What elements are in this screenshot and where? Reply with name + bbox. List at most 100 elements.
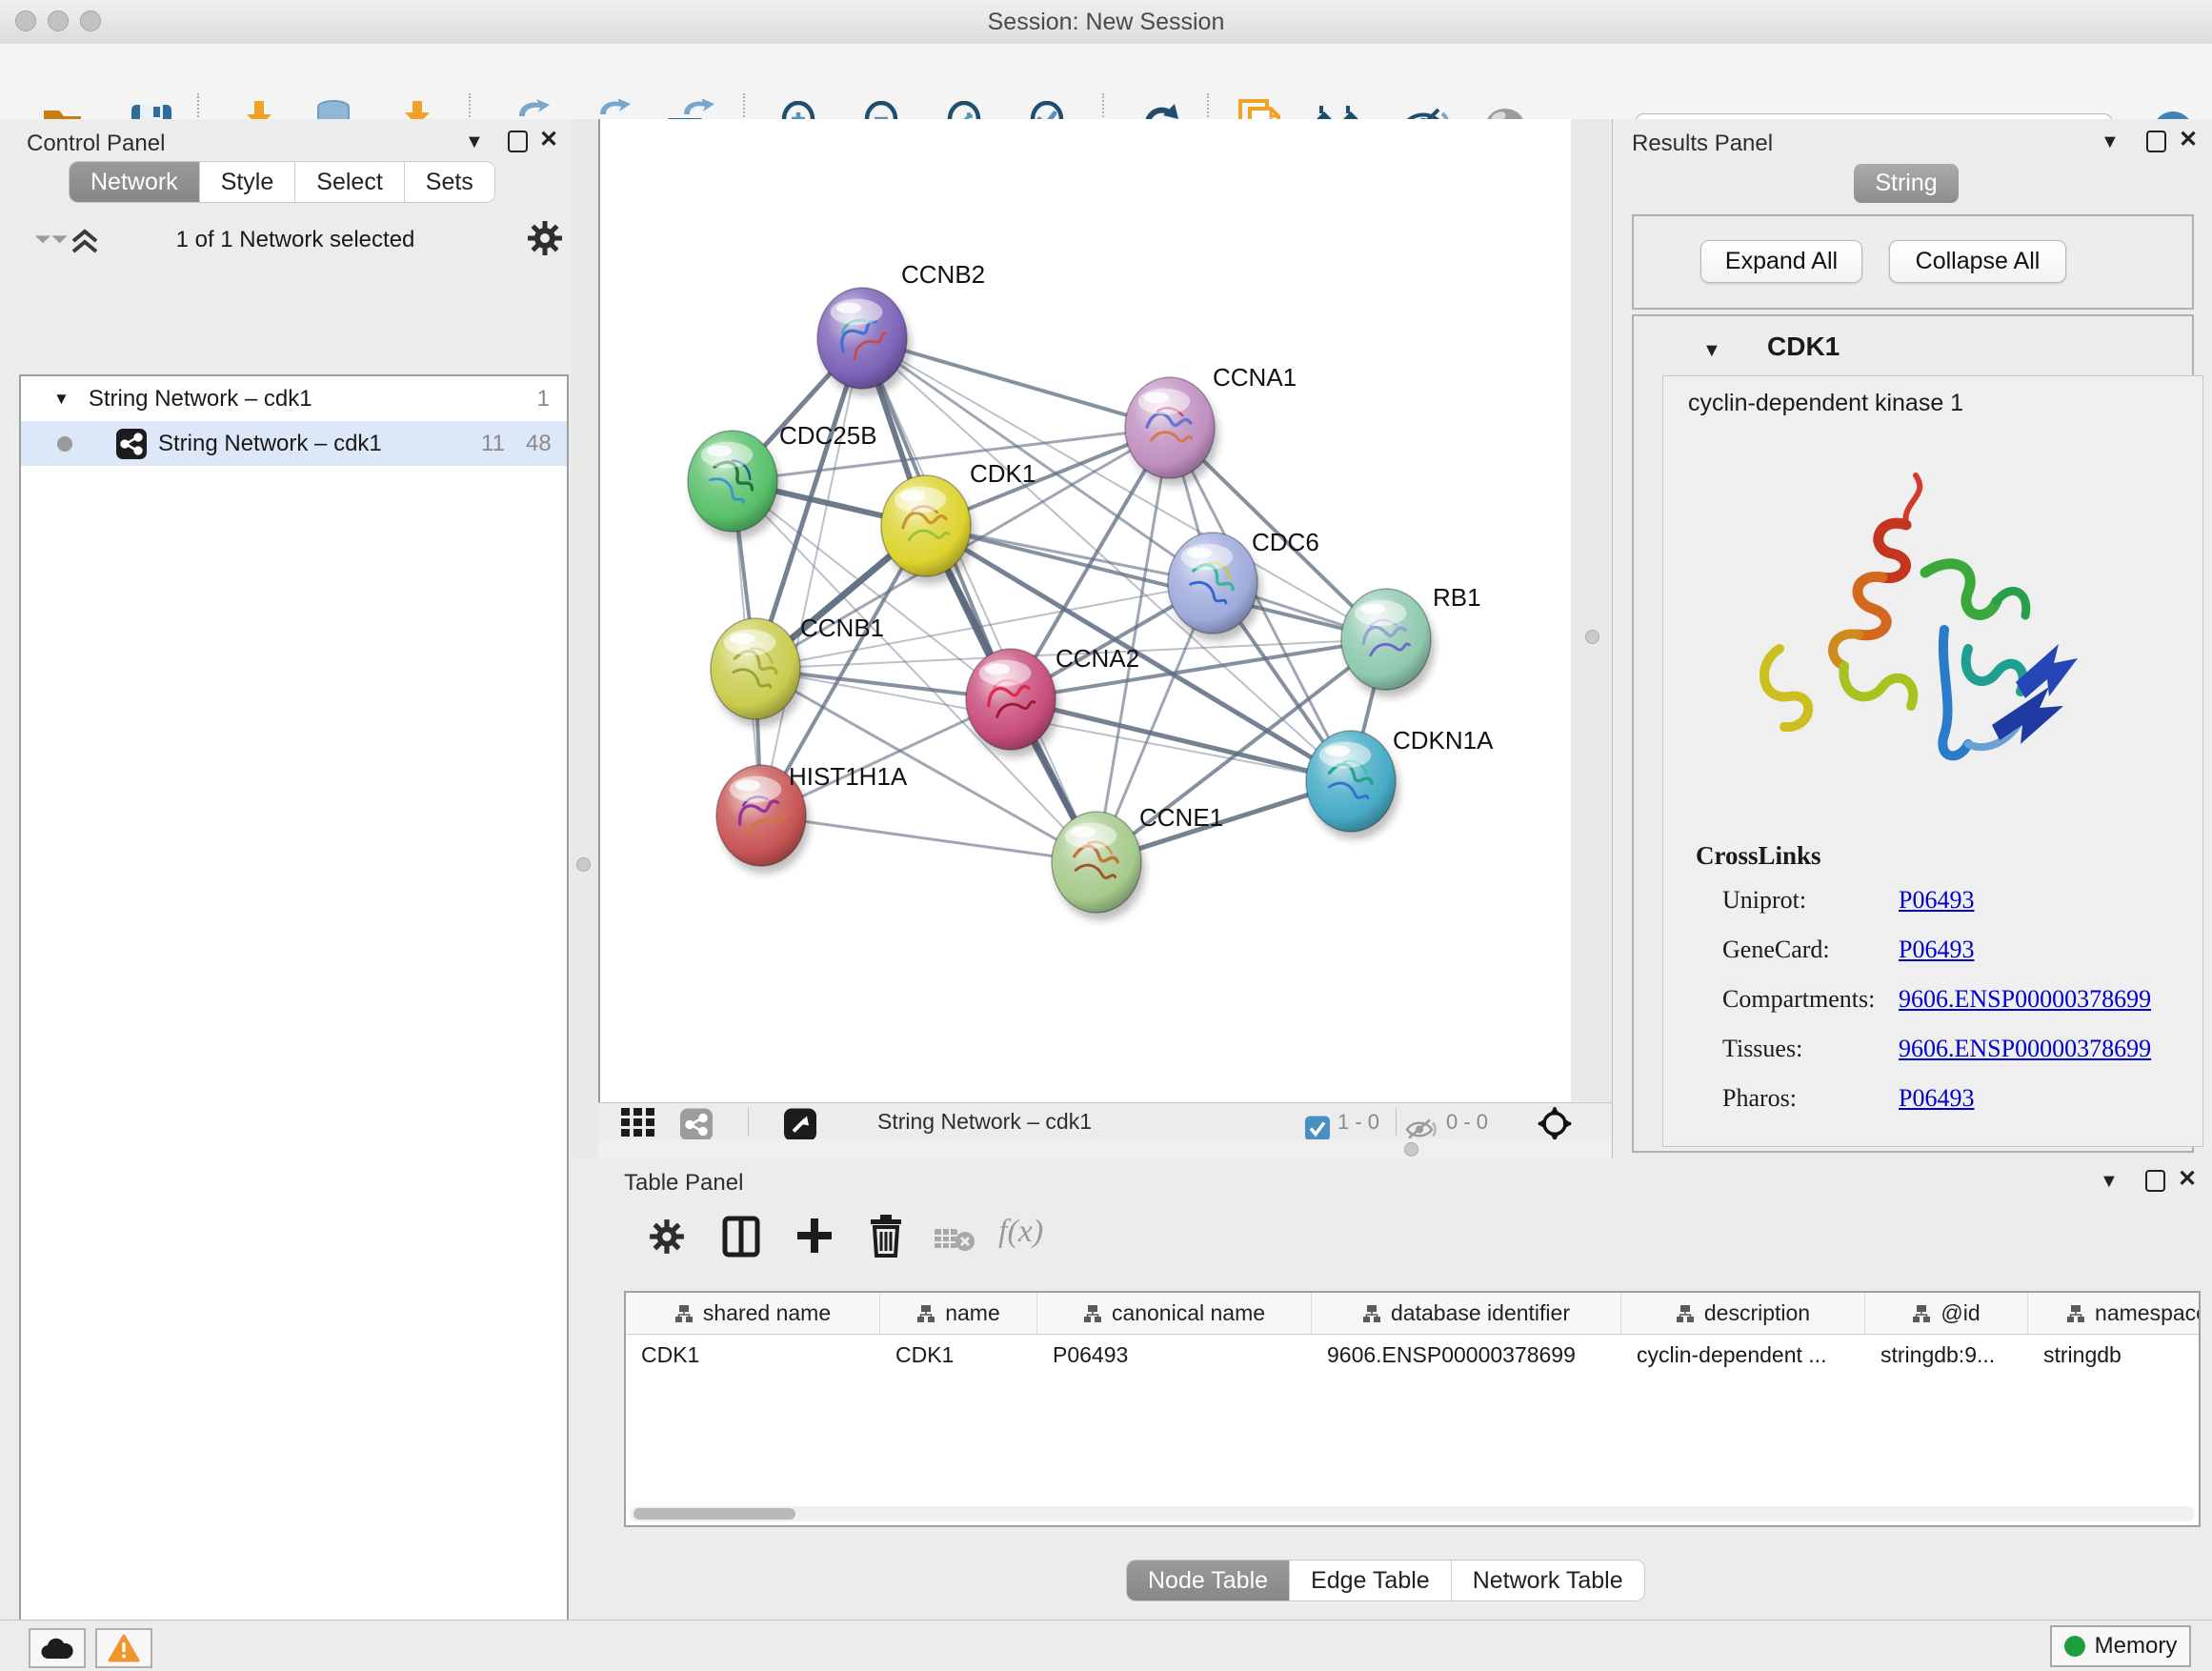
network-node[interactable] — [1341, 589, 1435, 697]
table-row[interactable]: CDK1CDK1P064939606.ENSP00000378699cyclin… — [626, 1335, 2199, 1375]
panel-splitter-right[interactable] — [1571, 119, 1612, 1158]
panel-menu-icon[interactable]: ▼ — [2101, 129, 2120, 155]
warning-triangle-icon — [108, 1634, 140, 1662]
column-header--id[interactable]: @id — [1865, 1293, 2028, 1334]
column-header-label: name — [945, 1300, 1000, 1326]
memory-status-button[interactable]: Memory — [2050, 1625, 2191, 1667]
show-columns-icon[interactable] — [722, 1216, 760, 1258]
crosslink-value-link[interactable]: 9606.ENSP00000378699 — [1899, 1035, 2151, 1062]
table-cell: CDK1 — [626, 1342, 880, 1368]
horizontal-scrollbar[interactable] — [630, 1506, 2195, 1521]
tab-network-table[interactable]: Network Table — [1452, 1560, 1644, 1601]
network-collection-row[interactable]: ▼ String Network – cdk1 1 — [21, 376, 567, 421]
collapse-all-button[interactable]: Collapse All — [1889, 240, 2066, 283]
birds-eye-view-icon[interactable] — [784, 1106, 816, 1143]
network-node[interactable] — [1125, 377, 1218, 486]
create-column-plus-icon[interactable] — [794, 1216, 835, 1256]
network-node[interactable] — [711, 618, 804, 727]
network-options-gear-icon[interactable] — [527, 220, 563, 256]
float-panel-icon[interactable] — [2146, 131, 2166, 152]
column-tree-icon — [1676, 1304, 1695, 1323]
node-table[interactable]: shared name name canonical name database id… — [624, 1291, 2201, 1527]
divider — [748, 1108, 749, 1136]
warnings-button[interactable] — [95, 1628, 152, 1668]
tab-sets[interactable]: Sets — [405, 162, 494, 202]
table-cell: 9606.ENSP00000378699 — [1312, 1342, 1621, 1368]
collection-expander-icon[interactable]: ▼ — [53, 390, 70, 409]
table-panel-title: Table Panel — [624, 1170, 743, 1197]
memory-status-dot-icon — [2064, 1636, 2085, 1657]
network-list: ▼ String Network – cdk1 1 String Network… — [19, 374, 569, 1671]
tab-network[interactable]: Network — [70, 162, 200, 202]
crosslink-label: Compartments: — [1722, 985, 1899, 1014]
table-cell: P06493 — [1037, 1342, 1312, 1368]
status-bar: Memory — [0, 1620, 2212, 1671]
crosslink-label: Pharos: — [1722, 1084, 1899, 1113]
tab-node-table[interactable]: Node Table — [1127, 1560, 1290, 1601]
table-body: CDK1CDK1P064939606.ENSP00000378699cyclin… — [626, 1335, 2199, 1375]
close-panel-icon[interactable]: ✕ — [2179, 127, 2198, 153]
node-label: CCNB1 — [800, 614, 884, 642]
splitter-handle[interactable] — [1404, 1142, 1418, 1157]
network-node[interactable] — [817, 288, 911, 396]
node-label: CCNA2 — [1056, 644, 1139, 673]
close-panel-icon[interactable]: ✕ — [2178, 1166, 2197, 1193]
column-header-label: shared name — [703, 1300, 831, 1326]
network-share-view-icon[interactable] — [680, 1106, 713, 1143]
title-bar: Session: New Session — [0, 0, 2212, 45]
network-edge[interactable] — [761, 815, 1096, 862]
network-row-selected[interactable]: String Network – cdk1 11 48 — [21, 421, 567, 466]
network-edge[interactable] — [761, 338, 862, 815]
fit-selected-crosshair-icon[interactable] — [1538, 1105, 1572, 1142]
tab-select[interactable]: Select — [295, 162, 404, 202]
network-edge-count: 48 — [526, 431, 552, 457]
column-header-name[interactable]: name — [880, 1293, 1037, 1334]
function-builder-icon-disabled: f(x) — [998, 1214, 1043, 1250]
memory-label: Memory — [2095, 1633, 2178, 1660]
results-panel-title: Results Panel — [1632, 131, 1773, 157]
column-header-database-identifier[interactable]: database identifier — [1312, 1293, 1621, 1334]
network-node[interactable] — [1168, 533, 1261, 641]
crosslink-value-link[interactable]: P06493 — [1899, 936, 1974, 963]
panel-menu-icon[interactable]: ▼ — [2100, 1168, 2119, 1195]
crosslink-value-link[interactable]: P06493 — [1899, 886, 1974, 914]
expand-all-button[interactable]: Expand All — [1700, 240, 1862, 283]
column-header-canonical-name[interactable]: canonical name — [1037, 1293, 1312, 1334]
expand-all-networks-icon[interactable]: ⏷⏷ — [34, 226, 68, 252]
network-edge[interactable] — [1011, 699, 1351, 781]
panel-menu-icon[interactable]: ▼ — [465, 129, 484, 155]
column-header-label: canonical name — [1112, 1300, 1265, 1326]
cytoscape-window: Session: New Session — [0, 0, 2212, 1671]
grid-view-icon[interactable] — [619, 1103, 668, 1140]
crosslink-row: Compartments:9606.ENSP00000378699 — [1722, 985, 2151, 1014]
network-label: String Network – cdk1 — [158, 431, 382, 457]
table-options-gear-icon[interactable] — [648, 1218, 686, 1256]
collapse-all-networks-icon[interactable] — [69, 226, 101, 254]
column-header-namespace[interactable]: namespace — [2028, 1293, 2201, 1334]
tab-string[interactable]: String — [1854, 164, 1959, 203]
network-node[interactable] — [1052, 812, 1145, 920]
crosslink-value-link[interactable]: 9606.ENSP00000378699 — [1899, 985, 2151, 1013]
column-header-description[interactable]: description — [1621, 1293, 1865, 1334]
network-node[interactable] — [1306, 731, 1399, 839]
cloud-status-button[interactable] — [29, 1628, 86, 1668]
tab-edge-table[interactable]: Edge Table — [1290, 1560, 1452, 1601]
network-view-title: String Network – cdk1 — [877, 1103, 1092, 1140]
network-view-canvas[interactable]: CCNB2CCNA1CDC25BCDK1CDC6RB1CCNB1CCNA2CDK… — [598, 119, 1571, 1102]
scrollbar-thumb[interactable] — [633, 1508, 795, 1520]
panel-splitter-left[interactable] — [572, 119, 600, 1158]
network-node[interactable] — [688, 431, 781, 539]
gene-expander-icon[interactable]: ▼ — [1702, 337, 1721, 364]
crosslink-value-link[interactable]: P06493 — [1899, 1084, 1974, 1112]
close-panel-icon[interactable]: ✕ — [539, 127, 558, 153]
float-panel-icon[interactable] — [2145, 1170, 2165, 1192]
delete-column-trash-icon[interactable] — [867, 1214, 905, 1258]
splitter-handle[interactable] — [576, 857, 591, 872]
column-header-shared-name[interactable]: shared name — [626, 1293, 880, 1334]
crosslink-row: Tissues:9606.ENSP00000378699 — [1722, 1035, 2151, 1063]
tab-style[interactable]: Style — [200, 162, 296, 202]
network-node[interactable] — [881, 475, 975, 584]
splitter-handle[interactable] — [1585, 630, 1599, 644]
float-panel-icon[interactable] — [508, 131, 528, 152]
delete-table-icon-disabled — [934, 1225, 975, 1252]
